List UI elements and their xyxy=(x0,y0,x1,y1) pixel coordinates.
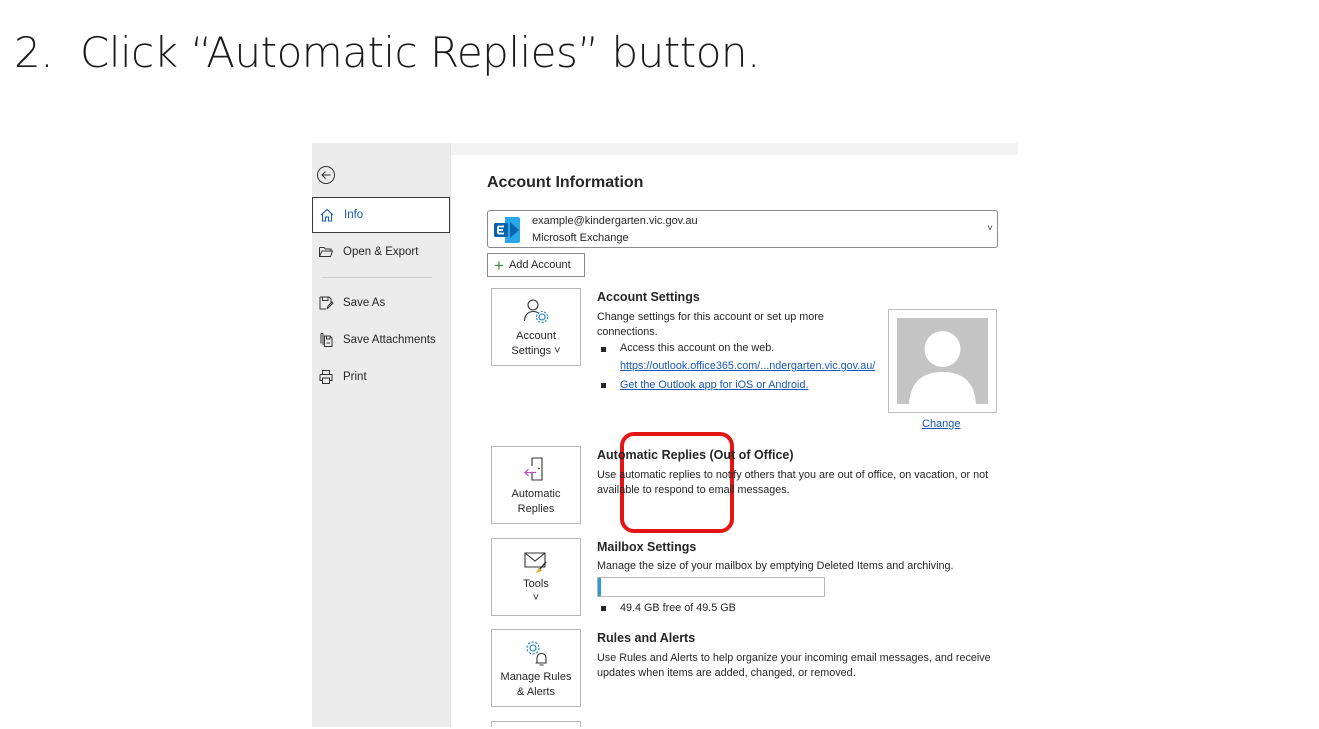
backstage-nav: Info Open & Export Save As Save Attachme… xyxy=(312,143,451,727)
folder-open-icon xyxy=(317,243,335,261)
back-arrow-icon[interactable] xyxy=(316,165,336,185)
tile-label: Replies xyxy=(517,503,555,515)
rules-alerts-icon xyxy=(492,638,580,666)
top-band xyxy=(451,143,1018,155)
tile-label: Account xyxy=(516,330,556,342)
tools-button[interactable]: Tools ˅ xyxy=(491,538,581,616)
mobile-app-link[interactable]: Get the Outlook app for iOS or Android. xyxy=(620,379,808,391)
automatic-replies-title: Automatic Replies (Out of Office) xyxy=(597,448,794,462)
add-account-button[interactable]: + Add Account xyxy=(487,253,585,277)
plus-icon: + xyxy=(494,255,504,275)
nav-item-label: Info xyxy=(344,209,364,221)
chevron-down-icon: ˅ xyxy=(987,223,993,234)
add-account-label: Add Account xyxy=(508,259,571,271)
tile-label: Manage Rules xyxy=(500,671,572,683)
mailbox-usage-bar xyxy=(597,577,825,597)
nav-item-info[interactable]: Info xyxy=(312,197,450,233)
automatic-replies-desc: Use automatic replies to notify others t… xyxy=(597,469,989,496)
exchange-logo-icon xyxy=(492,215,522,250)
mailbox-settings-desc: Manage the size of your mailbox by empty… xyxy=(597,560,954,572)
nav-item-save-as[interactable]: Save As xyxy=(312,285,450,321)
nav-item-label: Save As xyxy=(343,297,386,309)
avatar xyxy=(897,318,988,404)
step-text: Click “Automatic Replies” button. xyxy=(80,28,760,77)
outlook-backstage-screenshot: Info Open & Export Save As Save Attachme… xyxy=(312,143,1018,727)
rules-alerts-title: Rules and Alerts xyxy=(597,631,696,645)
account-type: Microsoft Exchange xyxy=(532,232,629,244)
profile-photo xyxy=(888,309,997,413)
tile-label: ˅ xyxy=(532,592,540,604)
nav-item-label: Open & Export xyxy=(343,246,419,258)
nav-item-label: Print xyxy=(343,371,367,383)
backstage-main: Account Information example@kindergarten… xyxy=(451,143,1018,727)
tile-label: Automatic xyxy=(511,488,561,500)
nav-item-open-export[interactable]: Open & Export xyxy=(312,234,450,270)
mailbox-free-space: 49.4 GB free of 49.5 GB xyxy=(620,602,736,614)
home-icon xyxy=(318,206,336,224)
nav-item-save-attachments[interactable]: Save Attachments xyxy=(312,322,450,358)
nav-divider xyxy=(322,277,432,278)
nav-item-print[interactable]: Print xyxy=(312,359,450,395)
account-settings-button[interactable]: Account Settings ˅ xyxy=(491,288,581,366)
account-settings-icon xyxy=(492,297,580,324)
manage-rules-alerts-button[interactable]: Manage Rules & Alerts xyxy=(491,629,581,707)
tile-label: Settings ˅ xyxy=(511,345,561,357)
change-photo-link[interactable]: Change xyxy=(922,418,961,430)
automatic-replies-button[interactable]: Automatic Replies xyxy=(491,446,581,524)
account-settings-desc: Change settings for this account or set … xyxy=(597,311,824,338)
tile-label: Tools xyxy=(523,578,549,590)
instruction-heading: 2. Click “Automatic Replies” button. xyxy=(14,28,760,77)
bullet-marker xyxy=(601,383,606,388)
step-number: 2. xyxy=(14,28,54,77)
usage-fill xyxy=(598,578,601,596)
next-tile-partial[interactable] xyxy=(491,721,581,727)
web-access-link[interactable]: https://outlook.office365.com/...ndergar… xyxy=(620,360,875,372)
tile-label: & Alerts xyxy=(517,686,555,698)
account-selector[interactable]: example@kindergarten.vic.gov.au Microsof… xyxy=(487,210,998,248)
mailbox-cleanup-icon xyxy=(492,547,580,573)
web-access-text: Access this account on the web. xyxy=(620,342,775,354)
save-as-icon xyxy=(317,294,335,312)
bullet-marker xyxy=(601,347,606,352)
rules-alerts-desc: Use Rules and Alerts to help organize yo… xyxy=(597,652,991,679)
printer-icon xyxy=(317,368,335,386)
bullet-marker xyxy=(601,606,606,611)
page-title: Account Information xyxy=(487,174,644,191)
door-exit-icon xyxy=(492,455,580,481)
account-email: example@kindergarten.vic.gov.au xyxy=(532,215,698,227)
nav-item-label: Save Attachments xyxy=(343,334,436,346)
account-settings-title: Account Settings xyxy=(597,290,700,304)
save-attachments-icon xyxy=(317,331,335,349)
mailbox-settings-title: Mailbox Settings xyxy=(597,540,697,554)
